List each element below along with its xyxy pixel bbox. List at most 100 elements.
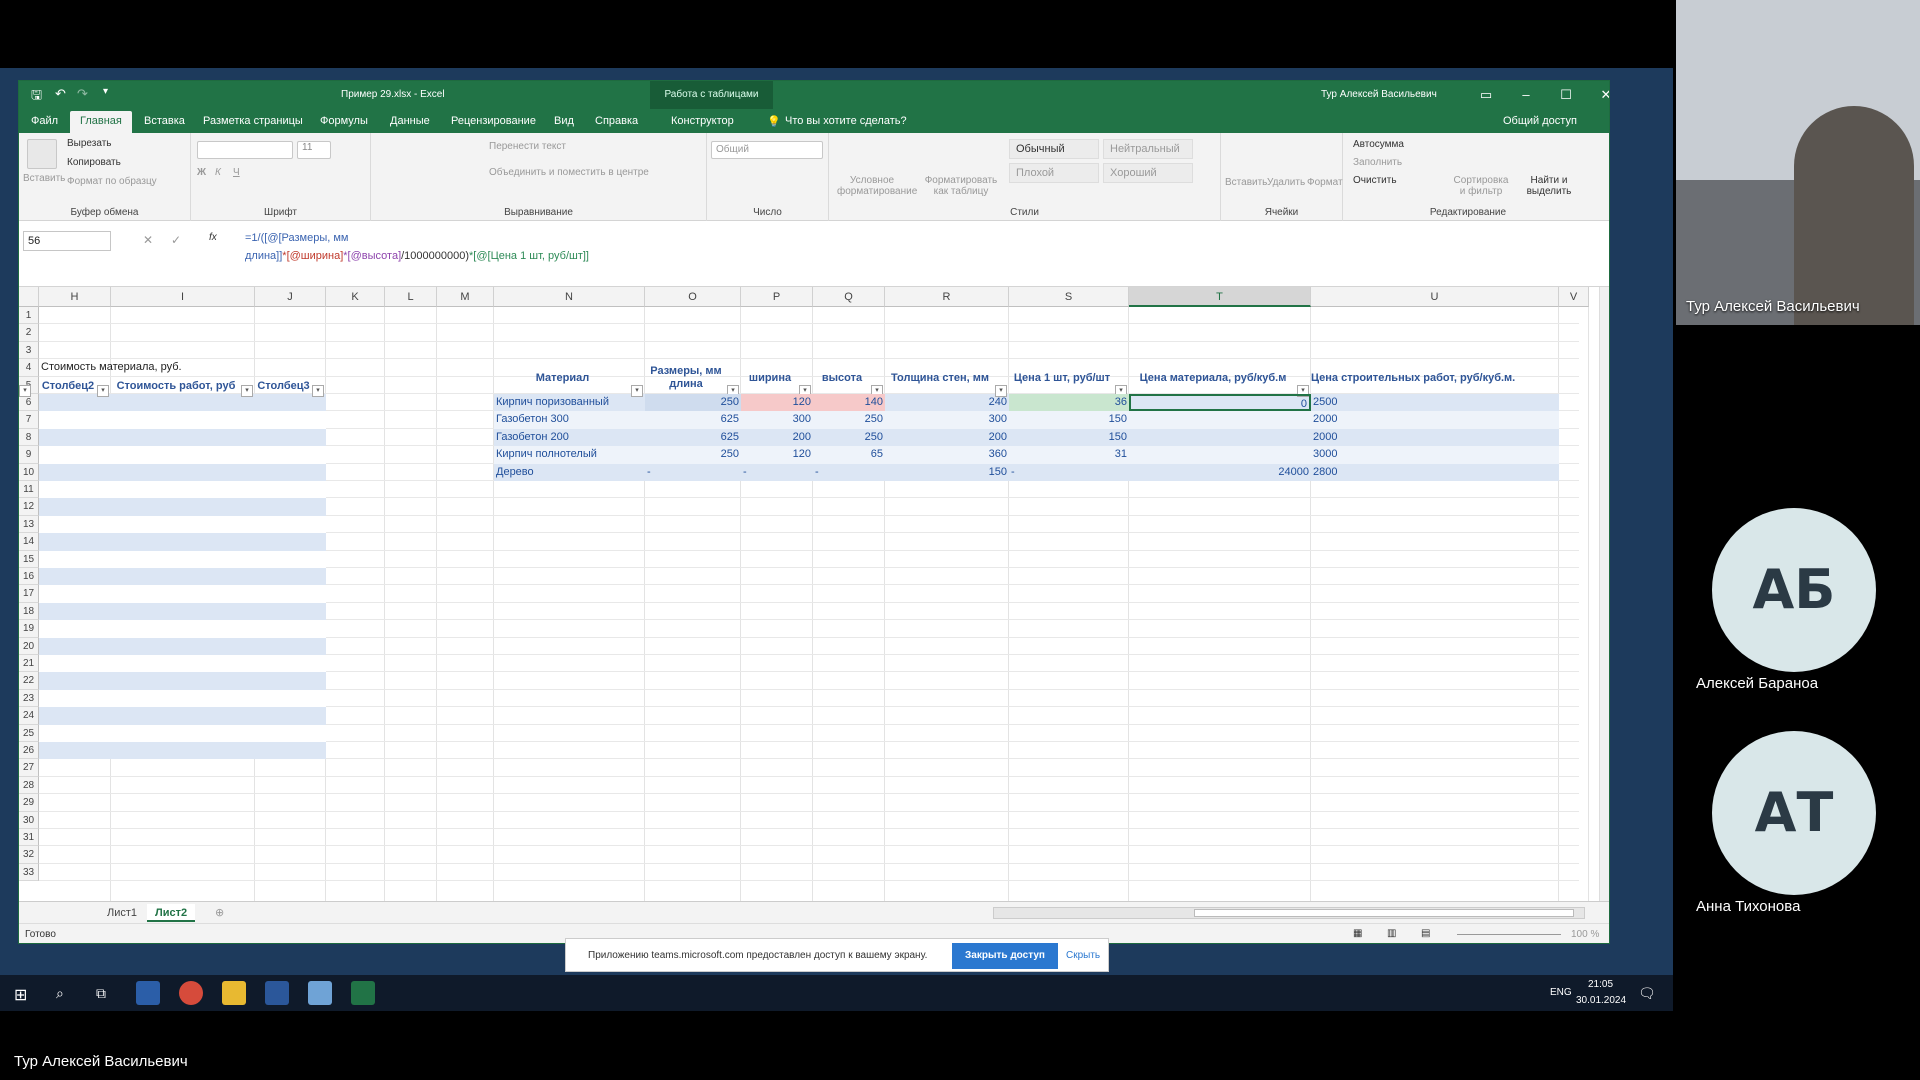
redo-icon[interactable]: ↷ (77, 86, 88, 102)
clock-time[interactable]: 21:05 (1588, 979, 1613, 990)
row-header[interactable]: 2 (19, 324, 39, 342)
function-icon[interactable]: fx (209, 232, 217, 243)
tab-home[interactable]: Главная (70, 111, 132, 133)
table-cell[interactable]: 360 (885, 446, 1009, 463)
zoom-level[interactable]: 100 % (1571, 929, 1599, 940)
cut-button[interactable]: Вырезать (67, 138, 111, 149)
table-cell[interactable]: 150 (885, 464, 1009, 481)
row-header[interactable]: 28 (19, 776, 39, 795)
sheet-tab-1[interactable]: Лист1 (99, 904, 145, 922)
horizontal-scrollbar[interactable] (993, 907, 1585, 919)
ribbon-options-icon[interactable]: ▭ (1471, 84, 1501, 106)
undo-icon[interactable]: ↶ (55, 86, 66, 102)
app-icon[interactable] (308, 981, 332, 1005)
conditional-format-button[interactable]: Условное форматирование (837, 175, 917, 197)
table-cell[interactable]: 36 (1009, 394, 1129, 412)
row-header[interactable]: 12 (19, 498, 39, 516)
table-cell[interactable]: 240 (885, 394, 1009, 411)
style-bad[interactable]: Плохой (1009, 163, 1099, 183)
table-cell[interactable]: 250 (645, 394, 741, 412)
autosum-button[interactable]: Автосумма (1353, 139, 1404, 150)
row-header[interactable]: 19 (19, 620, 39, 638)
column-header[interactable]: O (645, 287, 741, 307)
table-cell[interactable]: 0 (1129, 394, 1311, 412)
insert-cells-button[interactable]: Вставить (1225, 177, 1267, 188)
table-cell[interactable] (1129, 429, 1311, 446)
sheet-tab-2[interactable]: Лист2 (147, 904, 196, 922)
column-header[interactable]: M (437, 287, 494, 307)
format-painter-button[interactable]: Формат по образцу (67, 176, 157, 187)
column-header[interactable]: U (1311, 287, 1559, 307)
table-cell[interactable] (1129, 411, 1311, 428)
row-header[interactable]: 9 (19, 446, 39, 464)
clear-button[interactable]: Очистить (1353, 175, 1397, 186)
column-header[interactable]: T (1129, 287, 1311, 307)
bold-icon[interactable]: Ж (197, 167, 206, 178)
column-header[interactable]: J (255, 287, 326, 307)
table-cell[interactable]: 2000 (1311, 429, 1339, 446)
zoom-slider[interactable] (1457, 934, 1561, 935)
row-header[interactable]: 25 (19, 724, 39, 742)
table-cell[interactable]: 24000 (1129, 464, 1311, 481)
page-layout-icon[interactable]: ▥ (1387, 928, 1396, 939)
row-header[interactable]: 3 (19, 341, 39, 360)
tell-me-box[interactable]: Что вы хотите сделать? (785, 115, 907, 127)
tab-file[interactable]: Файл (31, 115, 58, 127)
column-header[interactable]: P (741, 287, 813, 307)
tab-data[interactable]: Данные (390, 115, 430, 127)
paste-icon[interactable] (27, 139, 57, 169)
avatar[interactable]: АБ (1712, 508, 1876, 672)
row-header[interactable]: 6 (19, 394, 39, 412)
table-cell[interactable]: 65 (813, 446, 885, 463)
row-header[interactable]: 13 (19, 515, 39, 534)
filter-dropdown-icon[interactable]: ▾ (19, 384, 31, 397)
table-cell[interactable]: 2500 (1311, 394, 1339, 411)
tab-insert[interactable]: Вставка (144, 115, 185, 127)
table-cell[interactable]: 250 (645, 446, 741, 463)
tab-view[interactable]: Вид (554, 115, 574, 127)
column-header[interactable]: V (1559, 287, 1589, 307)
table-cell[interactable]: 2800 (1311, 464, 1339, 481)
chrome-icon[interactable] (179, 981, 203, 1005)
table-cell[interactable]: Газобетон 300 (494, 411, 645, 428)
style-good[interactable]: Хороший (1103, 163, 1193, 183)
share-button[interactable]: Общий доступ (1503, 115, 1577, 127)
row-header[interactable]: 22 (19, 672, 39, 690)
minimize-button[interactable]: – (1511, 84, 1541, 106)
underline-icon[interactable]: Ч (233, 167, 240, 178)
italic-icon[interactable]: К (215, 167, 221, 178)
table-cell[interactable]: 200 (885, 429, 1009, 446)
table-cell[interactable]: 625 (645, 429, 741, 446)
clock-date[interactable]: 30.01.2024 (1576, 995, 1626, 1006)
row-header[interactable]: 15 (19, 550, 39, 568)
table-cell[interactable]: 150 (1009, 429, 1129, 446)
style-neutral[interactable]: Нейтральный (1103, 139, 1193, 159)
tab-page-layout[interactable]: Разметка страницы (203, 115, 303, 127)
worksheet-grid[interactable]: HIJKLMNOPQRSTUV1234567891011121314151617… (19, 287, 1601, 901)
formula-input[interactable]: =1/([@[Размеры, мм длина]]*[@ширина]*[@в… (245, 229, 1535, 265)
filter-dropdown-icon[interactable]: ▾ (312, 384, 324, 397)
column-header[interactable]: L (385, 287, 437, 307)
excel-icon[interactable] (351, 981, 375, 1005)
row-header[interactable]: 11 (19, 481, 39, 499)
column-header[interactable]: R (885, 287, 1009, 307)
enter-icon[interactable]: ✓ (171, 233, 181, 247)
avatar[interactable]: АТ (1712, 731, 1876, 895)
column-header[interactable]: H (39, 287, 111, 307)
row-header[interactable]: 33 (19, 863, 39, 882)
font-size-input[interactable]: 11 (297, 141, 331, 159)
vertical-scrollbar[interactable] (1599, 287, 1609, 901)
filter-dropdown-icon[interactable]: ▾ (241, 384, 253, 397)
row-header[interactable]: 4 (19, 359, 39, 377)
table-cell[interactable]: 120 (741, 446, 813, 463)
search-icon[interactable]: ⌕ (56, 985, 64, 1002)
tab-design[interactable]: Конструктор (671, 115, 734, 127)
add-sheet-icon[interactable]: ⊕ (207, 904, 232, 922)
row-header[interactable]: 30 (19, 811, 39, 829)
table-cell[interactable]: 120 (741, 394, 813, 412)
row-header[interactable]: 27 (19, 759, 39, 777)
table-cell[interactable]: - (1009, 464, 1129, 481)
word-icon[interactable] (265, 981, 289, 1005)
table-cell[interactable]: 3000 (1311, 446, 1339, 463)
cancel-icon[interactable]: ✕ (143, 233, 153, 247)
